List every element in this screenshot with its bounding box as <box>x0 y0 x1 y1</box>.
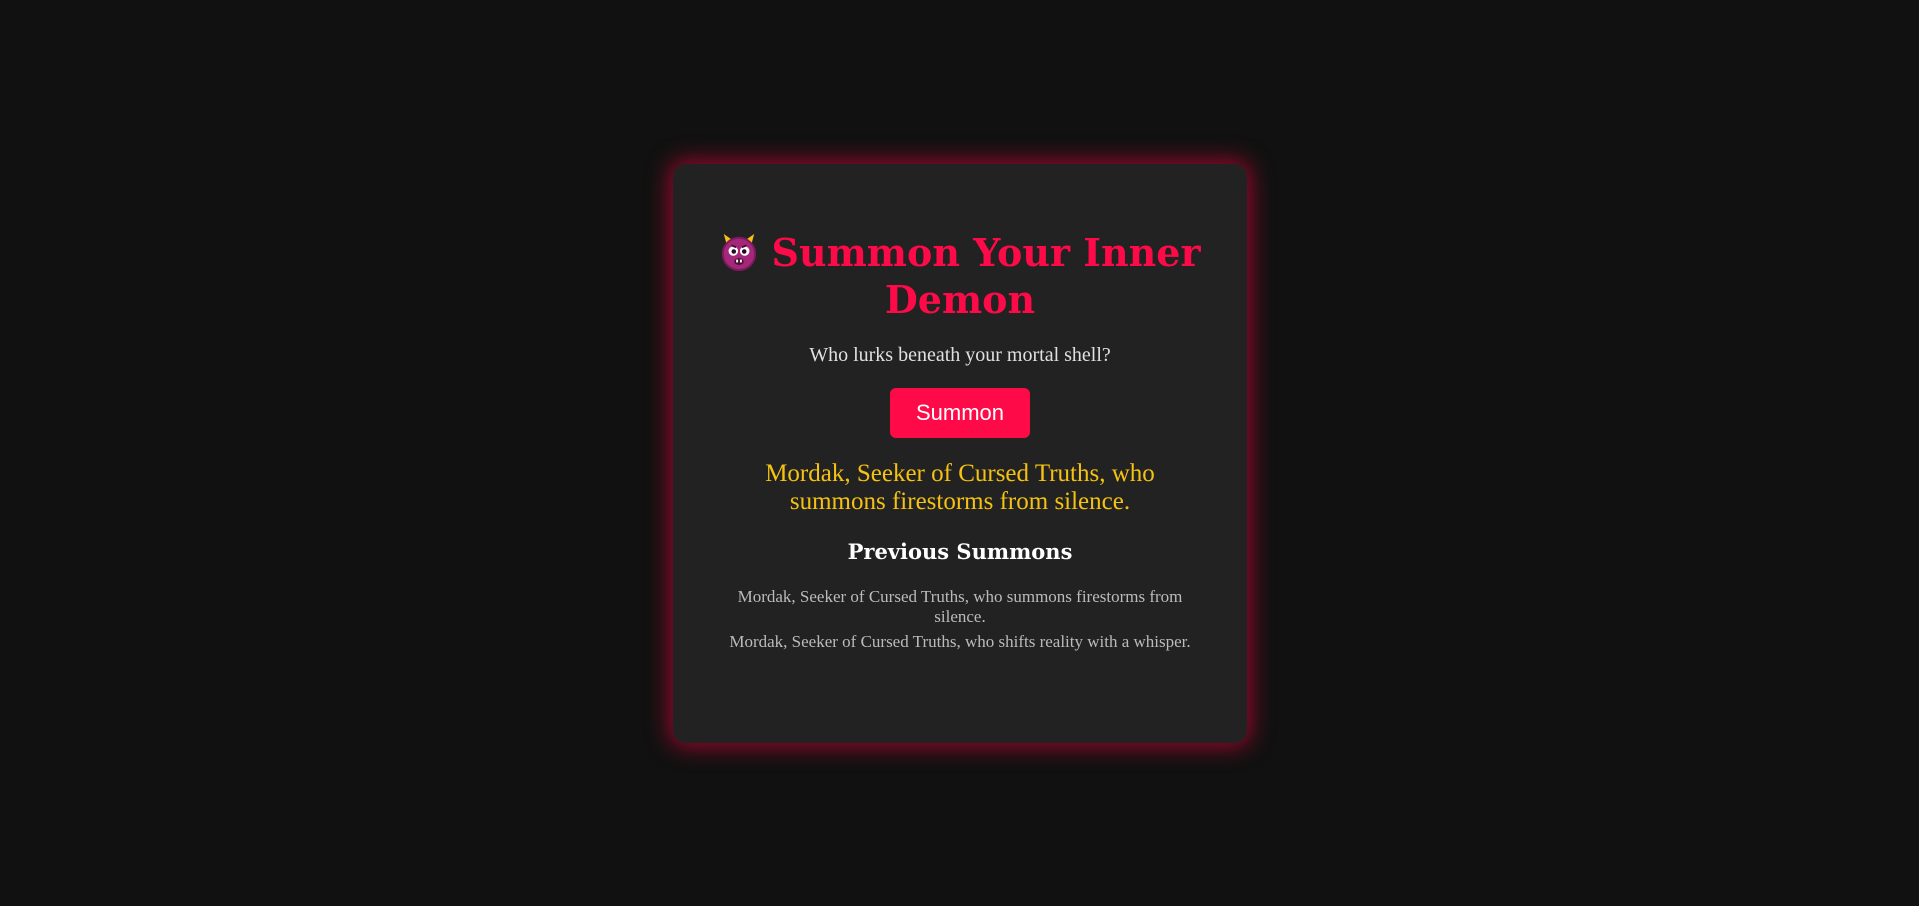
current-summon-result: Mordak, Seeker of Cursed Truths, who sum… <box>765 460 1155 515</box>
history-list: Mordak, Seeker of Cursed Truths, who sum… <box>720 587 1200 652</box>
subtitle: Who lurks beneath your mortal shell? <box>809 344 1111 366</box>
summon-card: Summon Your Inner Demon Who lurks beneat… <box>673 164 1247 743</box>
demon-face-icon <box>721 233 756 271</box>
history-heading: Previous Summons <box>847 539 1073 564</box>
history-item: Mordak, Seeker of Cursed Truths, who sum… <box>737 587 1183 626</box>
page-title-text: Summon Your Inner Demon <box>771 230 1201 322</box>
summon-button[interactable]: Summon <box>890 388 1030 438</box>
history-item: Mordak, Seeker of Cursed Truths, who shi… <box>729 632 1191 651</box>
page-title: Summon Your Inner Demon <box>700 229 1220 323</box>
